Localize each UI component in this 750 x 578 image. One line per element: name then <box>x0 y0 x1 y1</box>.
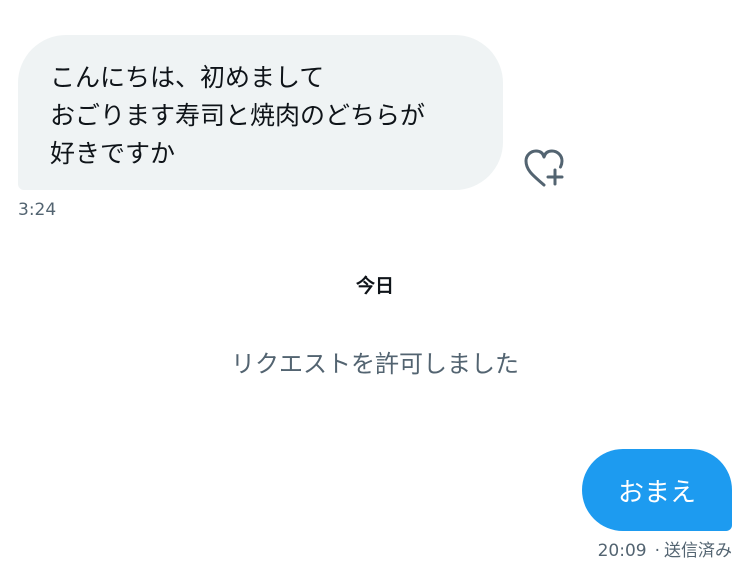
date-divider: 今日 <box>355 275 394 297</box>
incoming-message-bubble[interactable]: こんにちは、初めまして おごります寿司と焼肉のどちらが 好きですか <box>18 35 503 190</box>
outgoing-message-text: おまえ <box>617 477 696 508</box>
incoming-message-line-2: おごります寿司と焼肉のどちらが <box>50 101 426 130</box>
request-accepted-notice: リクエストを許可しました <box>231 350 519 378</box>
heart-plus-icon <box>524 149 564 187</box>
add-reaction-button[interactable] <box>522 147 568 189</box>
incoming-message-line-1: こんにちは、初めまして <box>50 63 325 92</box>
incoming-message-timestamp: 3:24 <box>18 200 57 220</box>
outgoing-message-bubble[interactable]: おまえ <box>582 449 732 531</box>
incoming-message-line-3: 好きですか <box>50 139 176 168</box>
outgoing-message-timestamp: 20:09 <box>597 541 647 561</box>
meta-separator: · <box>654 541 660 561</box>
outgoing-message-meta: 20:09 · 送信済み <box>598 540 732 562</box>
delivery-status: 送信済み <box>664 541 732 561</box>
